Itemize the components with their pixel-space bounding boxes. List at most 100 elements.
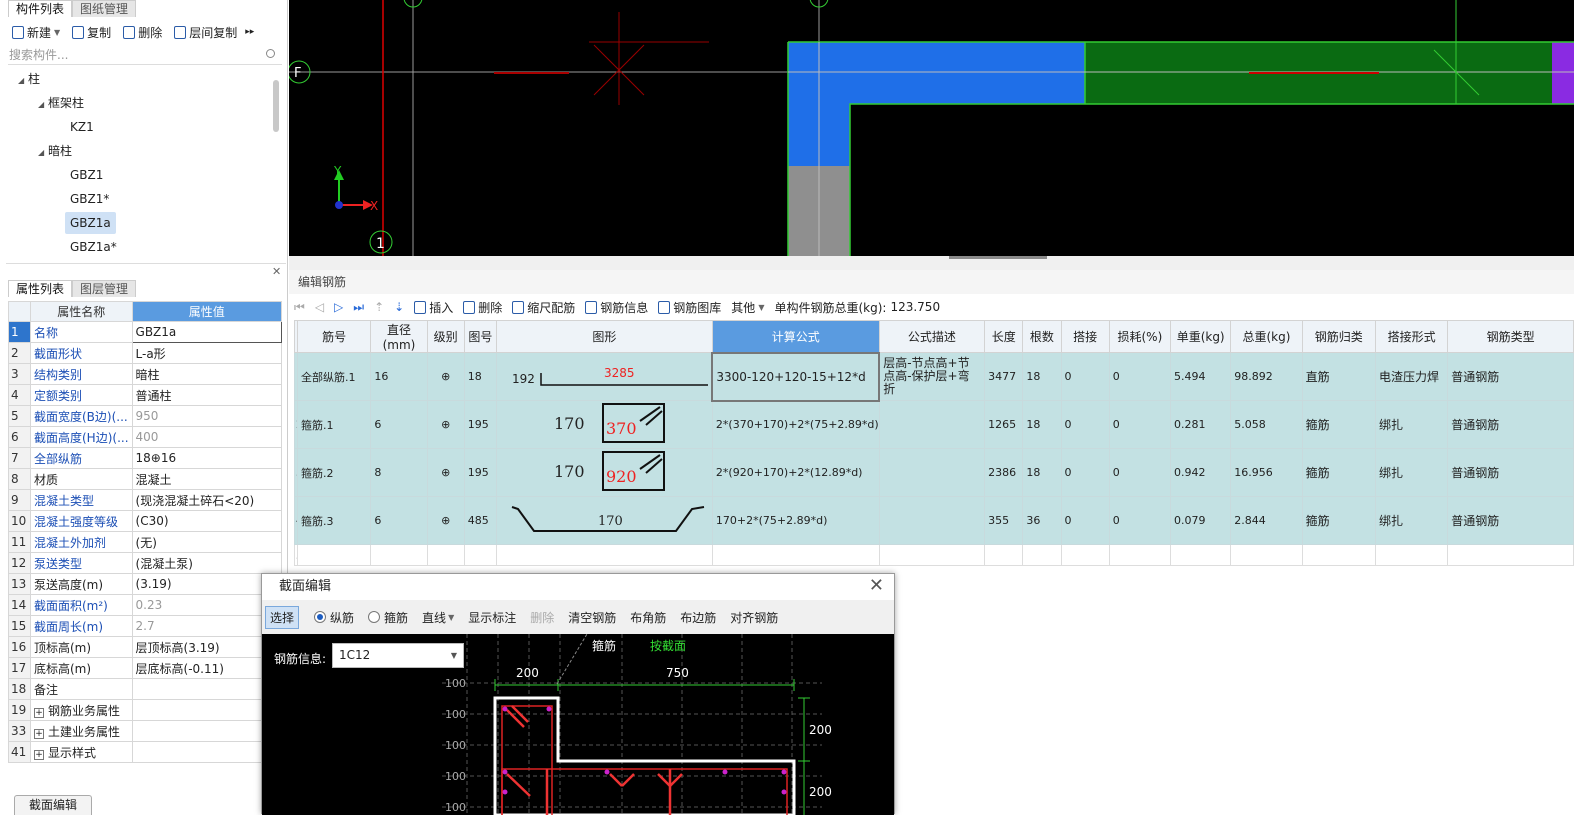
property-value[interactable] (131, 699, 283, 721)
splitter[interactable] (289, 256, 1574, 270)
property-value[interactable]: 950 (131, 405, 283, 427)
property-value[interactable] (131, 678, 283, 700)
cell-count[interactable]: 18 (1022, 400, 1062, 449)
cell-len[interactable]: 1265 (984, 400, 1024, 449)
property-row[interactable]: 14 截面面积(m²) 0.23 (8, 594, 283, 616)
search-icon[interactable] (266, 49, 275, 58)
expand-icon[interactable]: + (34, 707, 44, 718)
property-row[interactable]: 18 备注 (8, 678, 283, 700)
expand-icon[interactable]: + (34, 728, 44, 739)
property-row[interactable]: 10 混凝土强度等级 (C30) (8, 510, 283, 532)
tree-node-kz1[interactable]: KZ1 (70, 116, 94, 138)
cad-canvas[interactable]: F 1 Y X (289, 0, 1574, 256)
property-row[interactable]: 8 材质 混凝土 (8, 468, 283, 490)
cell-grade[interactable]: ⊕ (426, 352, 465, 401)
empty-cell[interactable] (426, 544, 465, 566)
splitter-handle[interactable] (949, 256, 1047, 259)
more-icon[interactable]: ▸▸ (243, 21, 256, 43)
delete-rebar-button[interactable]: 删除 (458, 299, 507, 316)
cell-lap[interactable]: 0 (1060, 448, 1110, 497)
property-value[interactable]: 层底标高(-0.11) (131, 657, 283, 679)
col-header[interactable]: 计算公式 (711, 320, 880, 353)
align-rebar-button[interactable]: 对齐钢筋 (723, 609, 785, 626)
property-value[interactable] (131, 741, 283, 763)
col-header[interactable]: 损耗(%) (1108, 320, 1172, 353)
property-row[interactable]: 17 底标高(m) 层底标高(-0.11) (8, 657, 283, 679)
property-row[interactable]: 13 泵送高度(m) (3.19) (8, 573, 283, 595)
empty-cell[interactable] (878, 544, 986, 566)
cell-grade[interactable]: ⊕ (426, 448, 465, 497)
empty-cell[interactable] (1108, 544, 1172, 566)
col-header[interactable]: 搭接 (1060, 320, 1110, 353)
cell-fig[interactable]: 485 (463, 496, 497, 545)
col-header[interactable]: 直径(mm) (370, 320, 428, 353)
cell-grade[interactable]: ⊕ (426, 496, 465, 545)
property-value[interactable]: L-a形 (131, 342, 283, 364)
property-value[interactable]: GBZ1a (131, 321, 283, 343)
property-row[interactable]: 33 + 土建业务属性 (8, 720, 283, 742)
rebar-library-button[interactable]: 钢筋图库 (653, 299, 726, 316)
col-header[interactable]: 钢筋类型 (1447, 320, 1574, 353)
tab-component-list[interactable]: 构件列表 (8, 0, 73, 17)
tree-node-frame-column[interactable]: ◢ 框架柱 (38, 92, 84, 114)
cell-lapform[interactable]: 电渣压力焊 (1374, 352, 1449, 401)
tree-node-gbz1a-star[interactable]: GBZ1a* (70, 236, 117, 258)
cell-formula[interactable]: 3300-120+120-15+12*d (711, 351, 881, 402)
cell-lap[interactable]: 0 (1060, 496, 1110, 545)
property-row[interactable]: 9 混凝土类型 (现浇混凝土碎石<20) (8, 489, 283, 511)
cell-unit[interactable]: 0.281 (1170, 400, 1232, 449)
property-value[interactable]: (无) (131, 531, 283, 553)
cell-cat[interactable]: 直筋 (1301, 352, 1376, 401)
cell-lapform[interactable]: 绑扎 (1374, 448, 1449, 497)
property-row[interactable]: 7 全部纵筋 18⊕16 (8, 447, 283, 469)
radio-longitudinal[interactable]: 纵筋 (307, 609, 361, 626)
property-row[interactable]: 11 混凝土外加剂 (无) (8, 531, 283, 553)
cell-lap[interactable]: 0 (1060, 400, 1110, 449)
tree-scrollbar[interactable] (273, 80, 279, 132)
property-row[interactable]: 12 泵送类型 (混凝土泵) (8, 552, 283, 574)
cell-desc[interactable]: 层高-节点高+节点高-保护层+弯折 (878, 352, 986, 401)
new-button[interactable]: 新建 ▼ (6, 21, 66, 43)
first-icon[interactable]: ⏮ (289, 300, 310, 315)
search-input[interactable]: 搜索构件... (8, 47, 282, 65)
cell-loss[interactable]: 0 (1108, 352, 1172, 401)
cell-grade[interactable]: ⊕ (426, 400, 465, 449)
property-row[interactable]: 1 名称 GBZ1a (8, 321, 283, 343)
property-value[interactable]: (3.19) (131, 573, 283, 595)
tree-node-gbz1[interactable]: GBZ1 (70, 164, 103, 186)
delete-section-button[interactable]: 删除 (523, 609, 561, 626)
empty-cell[interactable] (1301, 544, 1376, 566)
cell-dia[interactable]: 8 (370, 448, 428, 497)
property-value[interactable]: 2.7 (131, 615, 283, 637)
cell-formula[interactable]: 2*(920+170)+2*(12.89*d) (711, 448, 880, 497)
rebar-row-empty[interactable]: 5 (294, 544, 1574, 566)
empty-cell[interactable] (711, 544, 880, 566)
insert-button[interactable]: 插入 (409, 299, 458, 316)
empty-cell[interactable] (1374, 544, 1449, 566)
expand-icon[interactable]: + (34, 749, 44, 760)
property-row[interactable]: 41 + 显示样式 (8, 741, 283, 763)
show-dim-button[interactable]: 显示标注 (461, 609, 523, 626)
property-value[interactable]: 0.23 (131, 594, 283, 616)
other-menu[interactable]: 其他 ▼ (726, 299, 769, 316)
rebar-info-select[interactable]: 1C12 ▼ (332, 643, 464, 668)
rebar-row[interactable]: 3箍筋.28⊕1951709202*(920+170)+2*(12.89*d)2… (294, 448, 1574, 497)
tree-node-gbz1a[interactable]: GBZ1a (65, 212, 116, 234)
cell-desc[interactable] (878, 400, 986, 449)
cell-len[interactable]: 355 (984, 496, 1024, 545)
empty-cell[interactable] (463, 544, 497, 566)
property-value[interactable]: (C30) (131, 510, 283, 532)
cell-lapform[interactable]: 绑扎 (1374, 400, 1449, 449)
tab-property-list[interactable]: 属性列表 (8, 280, 73, 297)
cell-formula[interactable]: 2*(370+170)+2*(75+2.89*d) (711, 400, 880, 449)
cell-shape[interactable]: 192 3285 (495, 352, 713, 401)
tree-node-hidden-column[interactable]: ◢ 暗柱 (38, 140, 72, 162)
cell-fig[interactable]: 195 (463, 448, 497, 497)
cell-len[interactable]: 3477 (984, 352, 1024, 401)
cell-unit[interactable]: 0.079 (1170, 496, 1232, 545)
corner-rebar-button[interactable]: 布角筋 (623, 609, 673, 626)
col-header[interactable]: 总重(kg) (1230, 320, 1303, 353)
empty-cell[interactable] (1060, 544, 1110, 566)
cell-type[interactable]: 普通钢筋 (1447, 448, 1574, 497)
cell-unit[interactable]: 5.494 (1170, 352, 1232, 401)
